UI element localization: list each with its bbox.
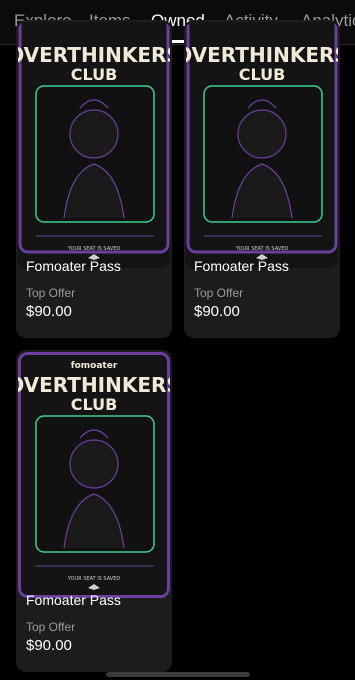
nft-card[interactable]: OVERTHINKERS CLUB YOUR SEAT IS SAVED Fom…	[16, 20, 172, 338]
item-name: Fomoater Pass	[26, 592, 121, 608]
item-name: Fomoater Pass	[26, 258, 121, 274]
card-info: Fomoater Pass Top Offer $90.00	[184, 246, 340, 338]
item-price: $90.00	[194, 303, 240, 320]
poster-title-line2: CLUB	[71, 395, 118, 414]
nft-card[interactable]: fomoater OVERTHINKERS CLUB YOUR SEAT IS …	[16, 350, 172, 672]
card-info: Fomoater Pass Top Offer $90.00	[16, 580, 172, 672]
nft-image: OVERTHINKERS CLUB YOUR SEAT IS SAVED	[18, 22, 170, 268]
poster-title-line1: OVERTHINKERS	[186, 43, 338, 67]
top-offer-label: Top Offer	[26, 286, 76, 300]
item-price: $90.00	[26, 637, 72, 654]
poster-title-line1: OVERTHINKERS	[18, 373, 170, 397]
poster-brand: fomoater	[71, 361, 118, 371]
home-indicator	[106, 672, 250, 677]
item-price: $90.00	[26, 303, 72, 320]
poster-title-line2: CLUB	[71, 65, 118, 84]
poster-title-line1: OVERTHINKERS	[18, 43, 170, 67]
nft-image: fomoater OVERTHINKERS CLUB YOUR SEAT IS …	[18, 352, 170, 598]
poster-title-line2: CLUB	[239, 65, 286, 84]
nft-image: OVERTHINKERS CLUB YOUR SEAT IS SAVED	[186, 22, 338, 268]
nft-card[interactable]: OVERTHINKERS CLUB YOUR SEAT IS SAVED Fom…	[184, 20, 340, 338]
top-offer-label: Top Offer	[194, 286, 244, 300]
card-info: Fomoater Pass Top Offer $90.00	[16, 246, 172, 338]
item-name: Fomoater Pass	[194, 258, 289, 274]
top-offer-label: Top Offer	[26, 620, 76, 634]
